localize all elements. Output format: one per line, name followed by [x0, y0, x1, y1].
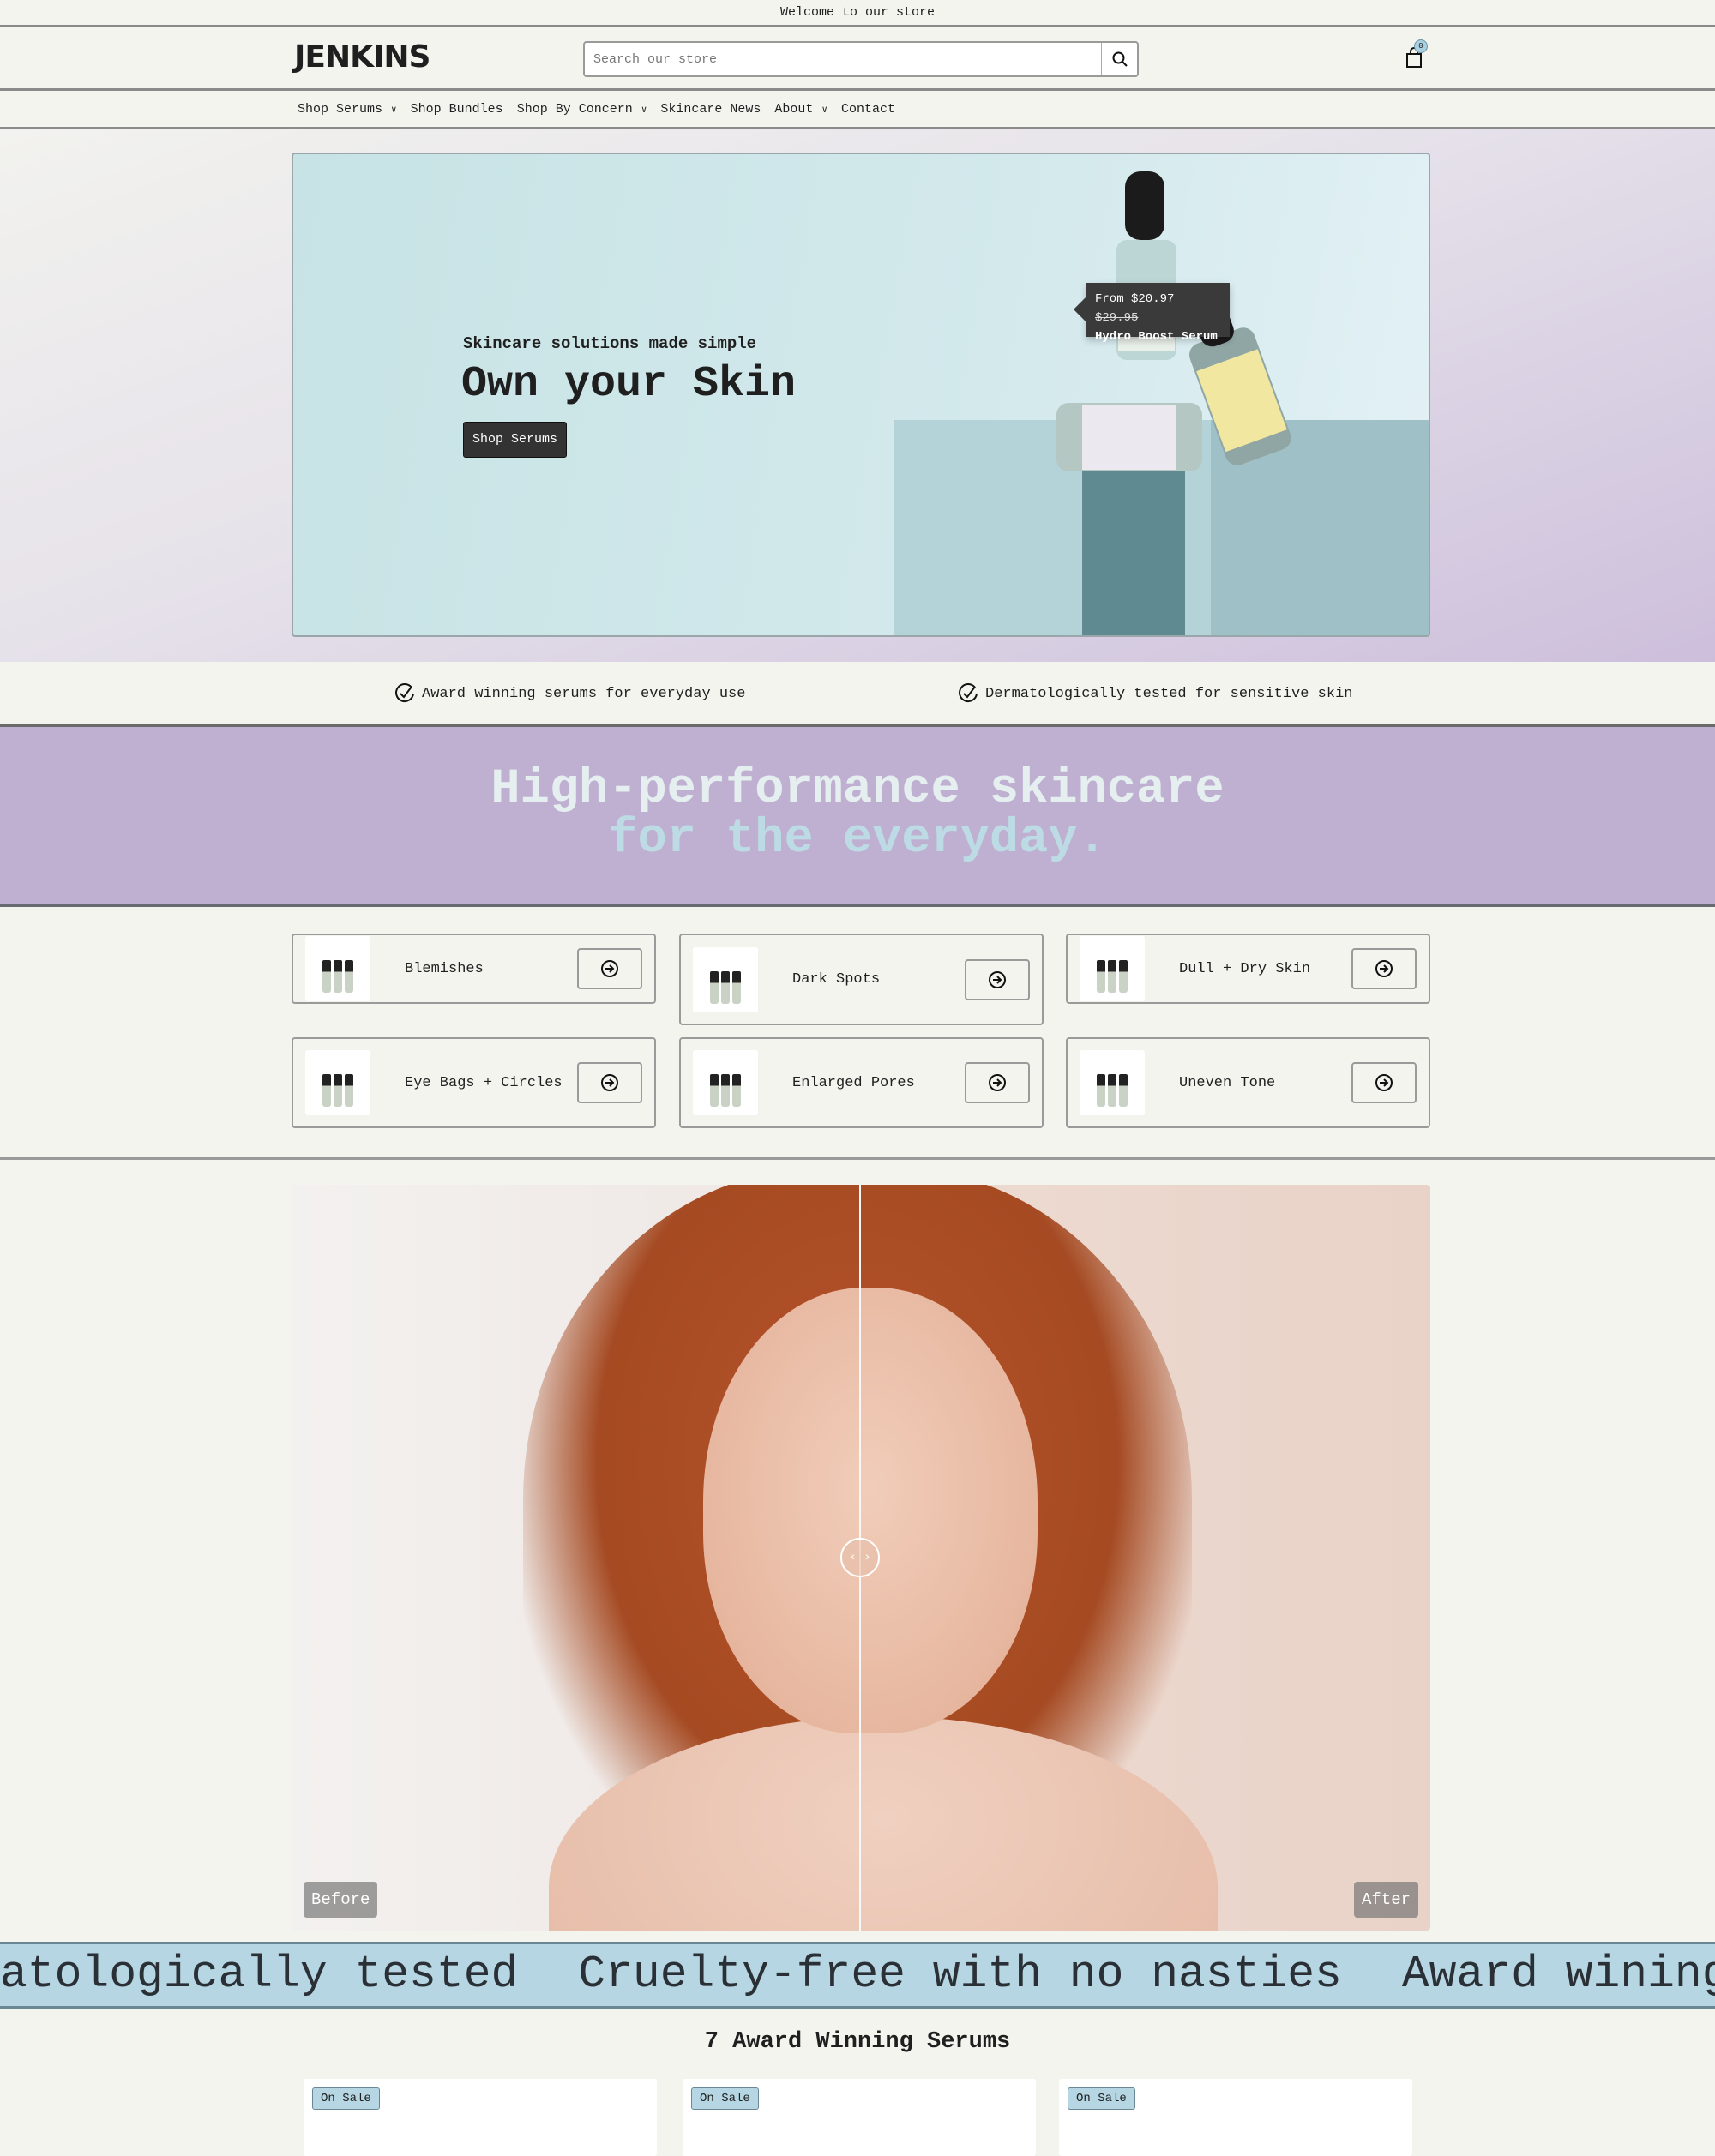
product-card[interactable]: On Sale — [304, 2079, 657, 2156]
hero-banner: Skincare solutions made simple Own your … — [292, 153, 1430, 637]
concern-thumbnail — [1080, 936, 1145, 1001]
marquee-item: Award wining — [1401, 1949, 1715, 2000]
nav-item[interactable]: Shop Serums ∨ — [298, 102, 397, 117]
concern-arrow-button[interactable] — [965, 958, 1030, 1000]
nav-item[interactable]: Shop Bundles — [411, 102, 503, 117]
tooltip-price: From $20.97 — [1095, 292, 1175, 306]
check-circle-icon — [395, 683, 414, 703]
nav-label: Shop By Concern — [516, 101, 633, 117]
nav-item[interactable]: Shop By Concern ∨ — [517, 102, 647, 117]
concern-arrow-button[interactable] — [1351, 948, 1417, 989]
concern-thumbnail — [693, 946, 758, 1012]
arrow-right-circle-icon — [1375, 960, 1393, 977]
arrow-right-circle-icon — [1375, 1074, 1393, 1091]
nav-label: Skincare News — [660, 101, 761, 117]
feature-item: Dermatologically tested for sensitive sk… — [958, 682, 1352, 705]
feature-item: Award winning serums for everyday use — [394, 682, 745, 705]
concern-thumbnail — [305, 936, 370, 1001]
concern-card[interactable]: Uneven Tone — [1066, 1037, 1430, 1128]
concern-label: Uneven Tone — [1179, 1074, 1276, 1091]
tooltip-product-name: Hydro Boost Serum — [1095, 330, 1218, 344]
product-card[interactable]: On Sale — [1059, 2079, 1412, 2156]
concern-card[interactable]: Eye Bags + Circles — [292, 1037, 656, 1128]
concern-card[interactable]: Blemishes — [292, 934, 656, 1004]
slider-handle[interactable]: ‹ › — [840, 1538, 880, 1577]
tagline-line-1: High-performance skincare — [490, 762, 1225, 817]
products-title: 7 Award Winning Serums — [704, 2029, 1011, 2055]
nav-label: Contact — [841, 101, 896, 117]
marquee-item: atologically tested — [0, 1949, 519, 2000]
marquee-banner: atologically tested Cruelty-free with no … — [0, 1942, 1715, 2009]
nav-label: Shop Serums — [298, 101, 383, 117]
search-icon — [1112, 51, 1128, 67]
hero-title: Own your Skin — [461, 360, 797, 409]
concern-card[interactable]: Enlarged Pores — [679, 1037, 1044, 1128]
chevron-down-icon: ∨ — [641, 105, 647, 116]
chevron-down-icon: ∨ — [821, 105, 828, 116]
concern-label: Eye Bags + Circles — [405, 1074, 563, 1091]
concern-arrow-button[interactable] — [965, 1062, 1030, 1103]
concern-card[interactable]: Dark Spots — [679, 934, 1044, 1025]
concern-label: Enlarged Pores — [792, 1074, 915, 1091]
check-circle-icon — [959, 683, 978, 703]
concern-thumbnail — [693, 1050, 758, 1115]
on-sale-badge: On Sale — [1068, 2087, 1135, 2110]
concern-card[interactable]: Dull + Dry Skin — [1066, 934, 1430, 1004]
marquee-item: Cruelty-free with no nasties — [578, 1949, 1342, 2000]
announcement-bar: Welcome to our store — [0, 0, 1715, 27]
search-input[interactable] — [585, 43, 1101, 75]
photo-face — [703, 1288, 1038, 1733]
arrow-right-circle-icon — [989, 1074, 1006, 1091]
concern-arrow-button[interactable] — [577, 948, 642, 989]
on-sale-badge: On Sale — [691, 2087, 759, 2110]
cart-count-badge: 0 — [1414, 39, 1428, 53]
concern-label: Blemishes — [405, 960, 484, 977]
arrow-right-circle-icon — [601, 960, 618, 977]
features-strip: Award winning serums for everyday use De… — [0, 662, 1715, 727]
concern-arrow-button[interactable] — [1351, 1062, 1417, 1103]
announcement-text: Welcome to our store — [779, 5, 936, 20]
concern-thumbnail — [305, 1050, 370, 1115]
nav-label: About — [774, 101, 814, 117]
after-label: After — [1353, 1882, 1418, 1918]
shop-serums-button[interactable]: Shop Serums — [463, 422, 568, 458]
search-button[interactable] — [1101, 43, 1137, 75]
header: JENKINS 0 — [0, 27, 1715, 91]
nav-item[interactable]: About ∨ — [774, 102, 827, 117]
on-sale-badge: On Sale — [312, 2087, 380, 2110]
tagline-band: High-performance skincare for the everyd… — [0, 727, 1715, 907]
nav-label: Shop Bundles — [410, 101, 503, 117]
tagline-line-2: for the everyday. — [608, 812, 1107, 867]
logo[interactable]: JENKINS — [294, 39, 430, 75]
section-divider — [0, 1157, 1715, 1160]
nav-item[interactable]: Contact — [841, 102, 895, 117]
chevron-down-icon: ∨ — [391, 105, 397, 116]
tooltip-compare-price: $29.95 — [1095, 311, 1139, 325]
concern-label: Dull + Dry Skin — [1179, 960, 1311, 977]
before-label: Before — [304, 1882, 378, 1918]
arrow-right-circle-icon — [601, 1074, 618, 1091]
arrow-right-circle-icon — [989, 970, 1006, 988]
feature-text: Dermatologically tested for sensitive sk… — [985, 685, 1353, 702]
concern-label: Dark Spots — [792, 971, 881, 988]
main-nav: Shop Serums ∨ Shop Bundles Shop By Concern ∨… — [0, 91, 1715, 129]
concern-arrow-button[interactable] — [577, 1062, 642, 1103]
product-image — [894, 171, 1429, 635]
nav-item[interactable]: Skincare News — [660, 102, 761, 117]
before-after-slider[interactable]: ‹ › Before After — [292, 1185, 1430, 1931]
product-hotspot-tooltip[interactable]: From $20.97 $29.95 Hydro Boost Serum — [1074, 283, 1230, 344]
product-card[interactable]: On Sale — [683, 2079, 1036, 2156]
search-bar — [583, 41, 1139, 77]
hero-subtitle: Skincare solutions made simple — [463, 334, 757, 353]
concern-thumbnail — [1080, 1050, 1145, 1115]
feature-text: Award winning serums for everyday use — [422, 685, 746, 702]
